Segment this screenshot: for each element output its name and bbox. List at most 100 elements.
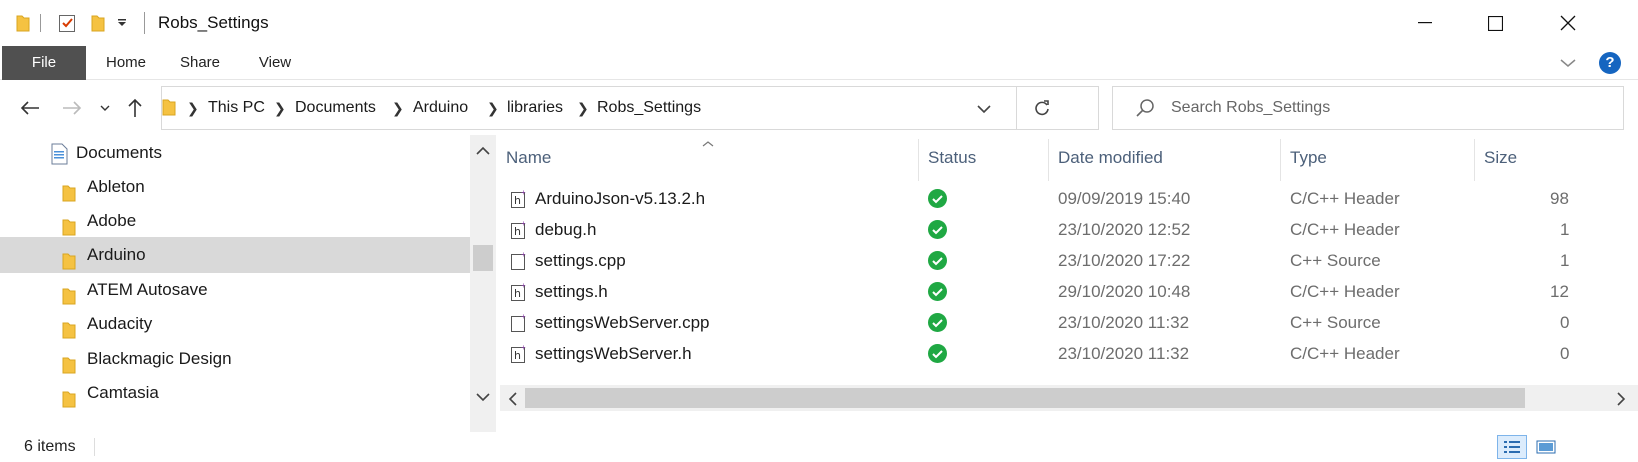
breadcrumb-separator-icon[interactable]: ❯ [487,87,499,129]
file-type: C++ Source [1290,251,1381,270]
navigation-pane-scrollbar[interactable] [470,135,496,432]
forward-arrow-icon[interactable] [60,94,84,122]
sync-ok-icon [928,344,947,363]
scroll-right-chevron-icon[interactable] [1616,392,1626,411]
tree-item-audacity[interactable]: Audacity [0,306,470,342]
file-name: debug.h [535,220,597,239]
breadcrumb-this-pc[interactable]: This PC [208,87,265,129]
tree-item-ableton[interactable]: Ableton [0,169,470,205]
file-row[interactable]: h + settingsWebServer.h 23/10/2020 11:32 … [500,338,1638,369]
up-arrow-icon[interactable] [124,94,146,122]
svg-text:h: h [514,194,521,207]
sync-ok-icon [928,251,947,270]
scroll-down-chevron-icon[interactable] [476,389,490,407]
cpp-source-file-icon: + [510,312,528,338]
file-date: 23/10/2020 12:52 [1058,220,1191,239]
maximize-button[interactable] [1460,0,1530,46]
address-history-chevron-icon[interactable] [976,102,992,120]
file-size: 0 [1560,313,1570,332]
column-divider[interactable] [1474,139,1475,181]
column-divider[interactable] [1280,139,1281,181]
file-type: C/C++ Header [1290,220,1400,239]
tree-item-label: Blackmagic Design [87,349,232,368]
large-icons-view-icon [1536,440,1556,454]
refresh-button[interactable] [1016,87,1066,129]
item-count: 6 items [24,438,76,455]
address-bar[interactable]: ❯ This PC ❯ Documents ❯ Arduino ❯ librar… [161,86,1099,130]
svg-text:+: + [521,282,526,290]
large-icons-view-button[interactable] [1531,435,1561,459]
column-header-date-modified[interactable]: Date modified [1058,135,1163,181]
new-folder-icon[interactable] [88,12,108,34]
scroll-left-chevron-icon[interactable] [508,392,518,411]
breadcrumb-arduino[interactable]: Arduino [413,87,468,129]
svg-text:+: + [521,189,526,197]
tab-home[interactable]: Home [96,46,156,80]
search-input[interactable]: Search Robs_Settings [1171,87,1330,129]
file-row[interactable]: h + settings.h 29/10/2020 10:48 C/C++ Hea… [500,276,1638,307]
breadcrumb-separator-icon[interactable]: ❯ [274,87,286,129]
file-row[interactable]: + settingsWebServer.cpp 23/10/2020 11:32… [500,307,1638,338]
folder-icon [62,179,76,202]
customize-toolbar-chevron-icon[interactable] [114,12,130,34]
folder-icon [14,12,32,34]
folder-icon [62,316,76,339]
breadcrumb-libraries[interactable]: libraries [507,87,563,129]
column-header-type[interactable]: Type [1290,135,1327,181]
file-size: 12 [1550,282,1569,301]
search-icon [1135,98,1155,123]
file-list-horizontal-scrollbar[interactable] [500,385,1638,411]
properties-icon[interactable] [56,12,78,34]
breadcrumb-separator-icon[interactable]: ❯ [187,87,199,129]
minimize-button[interactable] [1390,0,1460,46]
folder-icon [62,213,76,236]
expand-ribbon-chevron-icon[interactable] [1560,56,1576,74]
tree-item-arduino[interactable]: Arduino [0,237,470,273]
tree-item-atem-autosave[interactable]: ATEM Autosave [0,272,470,308]
breadcrumb-separator-icon[interactable]: ❯ [577,87,589,129]
close-button[interactable] [1533,0,1603,46]
file-size: 0 [1560,344,1570,363]
search-box[interactable]: Search Robs_Settings [1112,86,1624,130]
column-header-name[interactable]: Name [506,135,551,181]
title-bar: Robs_Settings [0,0,1638,46]
column-divider[interactable] [1048,139,1049,181]
breadcrumb-robs-settings[interactable]: Robs_Settings [597,87,701,129]
file-name: settings.h [535,282,608,301]
scrollbar-thumb[interactable] [525,388,1525,408]
sync-ok-icon [928,313,947,332]
recent-locations-chevron-icon[interactable] [98,94,112,122]
svg-text:+: + [521,251,526,259]
tree-item-label: Ableton [87,177,145,196]
column-header-size[interactable]: Size [1484,135,1517,181]
file-row[interactable]: + settings.cpp 23/10/2020 17:22 C++ Sour… [500,245,1638,276]
tab-view[interactable]: View [245,46,305,80]
file-row[interactable]: h + ArduinoJson-v5.13.2.h 09/09/2019 15:4… [500,183,1638,214]
column-header-status[interactable]: Status [928,135,976,181]
breadcrumb-documents[interactable]: Documents [295,87,376,129]
column-divider[interactable] [918,139,919,181]
status-bar: 6 items [0,432,1638,462]
scrollbar-thumb[interactable] [473,245,493,271]
tree-item-documents[interactable]: Documents [0,135,470,171]
details-view-button[interactable] [1497,435,1527,459]
toolbar-divider [142,12,146,34]
scroll-up-chevron-icon[interactable] [476,143,490,161]
back-arrow-icon[interactable] [18,94,42,122]
tree-item-blackmagic-design[interactable]: Blackmagic Design [0,341,470,377]
file-type: C++ Source [1290,313,1381,332]
file-date: 29/10/2020 10:48 [1058,282,1191,301]
navigation-pane: Documents Ableton Adobe Arduino ATEM Aut… [0,135,500,432]
file-date: 09/09/2019 15:40 [1058,189,1191,208]
sort-ascending-icon [702,135,714,153]
tab-share[interactable]: Share [170,46,230,80]
file-name: ArduinoJson-v5.13.2.h [535,189,706,208]
tree-item-adobe[interactable]: Adobe [0,203,470,239]
file-row[interactable]: h + debug.h 23/10/2020 12:52 C/C++ Header… [500,214,1638,245]
tab-file[interactable]: File [2,46,86,80]
documents-icon [50,142,68,165]
help-icon[interactable]: ? [1599,52,1621,74]
tree-item-camtasia[interactable]: Camtasia [0,375,470,411]
status-divider [94,438,95,456]
breadcrumb-separator-icon[interactable]: ❯ [392,87,404,129]
